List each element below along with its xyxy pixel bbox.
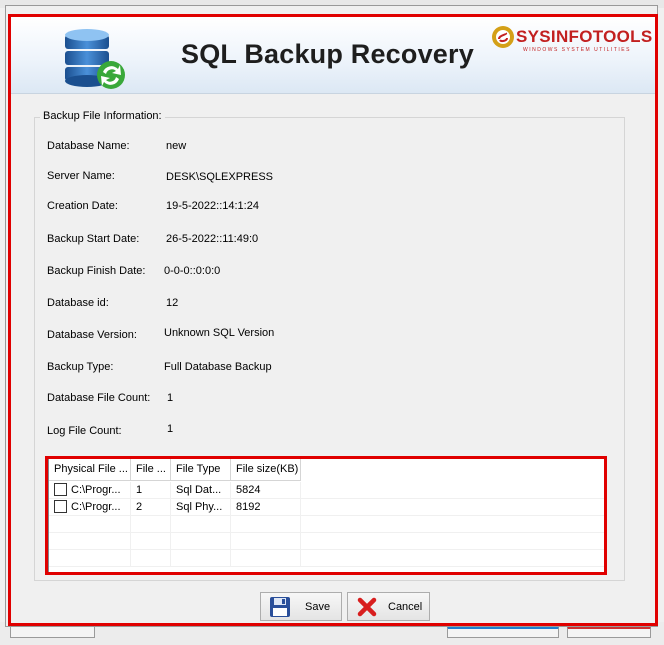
- table-row-empty: [49, 550, 606, 567]
- backup-finish-date-label: Backup Finish Date:: [47, 265, 146, 277]
- red-x-icon: [357, 597, 377, 616]
- database-version-value: Unknown SQL Version: [164, 327, 275, 339]
- backup-type-label: Backup Type:: [47, 361, 114, 373]
- save-button[interactable]: Save: [260, 592, 342, 621]
- creation-date-value: 19-5-2022::14:1:24: [166, 200, 259, 212]
- database-file-count-value: 1: [167, 392, 174, 404]
- background-button-right: [567, 626, 651, 638]
- database-name-label: Database Name:: [47, 140, 130, 152]
- table-row-empty: [49, 533, 606, 550]
- column-physical-file[interactable]: Physical File ...: [49, 458, 131, 481]
- floppy-disk-icon: [270, 596, 290, 617]
- file-size-cell: 8192: [231, 499, 301, 516]
- backup-info-legend: Backup File Information:: [40, 110, 165, 122]
- file-list-header: Physical File ... File ... File Type Fil…: [49, 458, 301, 481]
- file-id-cell: 2: [131, 499, 171, 516]
- table-row-empty: [49, 516, 606, 533]
- cancel-button[interactable]: Cancel: [347, 592, 430, 621]
- physical-file-path: C:\Progr...: [71, 484, 121, 496]
- dialog-title: SQL Backup Recovery: [181, 39, 474, 69]
- backup-finish-date-value: 0-0-0::0:0:0: [164, 265, 221, 277]
- server-name-value: DESK\SQLEXPRESS: [166, 171, 273, 183]
- backup-type-value: Full Database Backup: [164, 361, 272, 373]
- brand-logo: SYSINFOTOOLS WINDOWS SYSTEM UTILITIES: [491, 25, 652, 55]
- log-file-count-value: 1: [167, 423, 174, 435]
- file-size-cell: 5824: [231, 482, 301, 499]
- database-id-label: Database id:: [47, 297, 109, 309]
- row-checkbox[interactable]: [54, 500, 67, 513]
- filler-cell: [301, 499, 606, 516]
- cancel-button-label: Cancel: [388, 600, 423, 613]
- table-row[interactable]: C:\Progr... 1 Sql Dat... 5824: [49, 482, 606, 499]
- column-file-type[interactable]: File Type: [171, 458, 231, 481]
- physical-file-cell: C:\Progr...: [49, 482, 131, 499]
- file-type-cell: Sql Phy...: [171, 499, 231, 516]
- background-button-left: [10, 626, 95, 638]
- file-type-cell: Sql Dat...: [171, 482, 231, 499]
- brand-name: SYSINFOTOOLS: [516, 27, 653, 46]
- table-row[interactable]: C:\Progr... 2 Sql Phy... 8192: [49, 499, 606, 516]
- backup-start-date-value: 26-5-2022::11:49:0: [166, 233, 259, 245]
- sysinfotools-logo-icon: [492, 26, 514, 48]
- log-file-count-label: Log File Count:: [47, 425, 122, 437]
- file-list-table[interactable]: Physical File ... File ... File Type Fil…: [48, 457, 606, 574]
- brand-tagline: WINDOWS SYSTEM UTILITIES: [523, 47, 631, 53]
- row-checkbox[interactable]: [54, 483, 67, 496]
- database-recovery-icon: [65, 29, 125, 89]
- backup-start-date-label: Backup Start Date:: [47, 233, 140, 245]
- server-name-label: Server Name:: [47, 170, 115, 182]
- file-id-cell: 1: [131, 482, 171, 499]
- column-file-id[interactable]: File ...: [131, 458, 171, 481]
- column-file-size[interactable]: File size(KB): [231, 458, 301, 481]
- dialog-banner: SQL Backup Recovery SYSINFOTOOLS WINDOWS…: [11, 17, 655, 94]
- database-id-value: 12: [166, 297, 179, 309]
- creation-date-label: Creation Date:: [47, 200, 118, 212]
- physical-file-cell: C:\Progr...: [49, 499, 131, 516]
- save-button-label: Save: [305, 600, 331, 613]
- background-button-middle: [447, 626, 559, 638]
- database-version-label: Database Version:: [47, 329, 137, 341]
- physical-file-path: C:\Progr...: [71, 501, 121, 513]
- database-file-count-label: Database File Count:: [47, 392, 151, 404]
- filler-cell: [301, 482, 606, 499]
- database-name-value: new: [166, 140, 187, 152]
